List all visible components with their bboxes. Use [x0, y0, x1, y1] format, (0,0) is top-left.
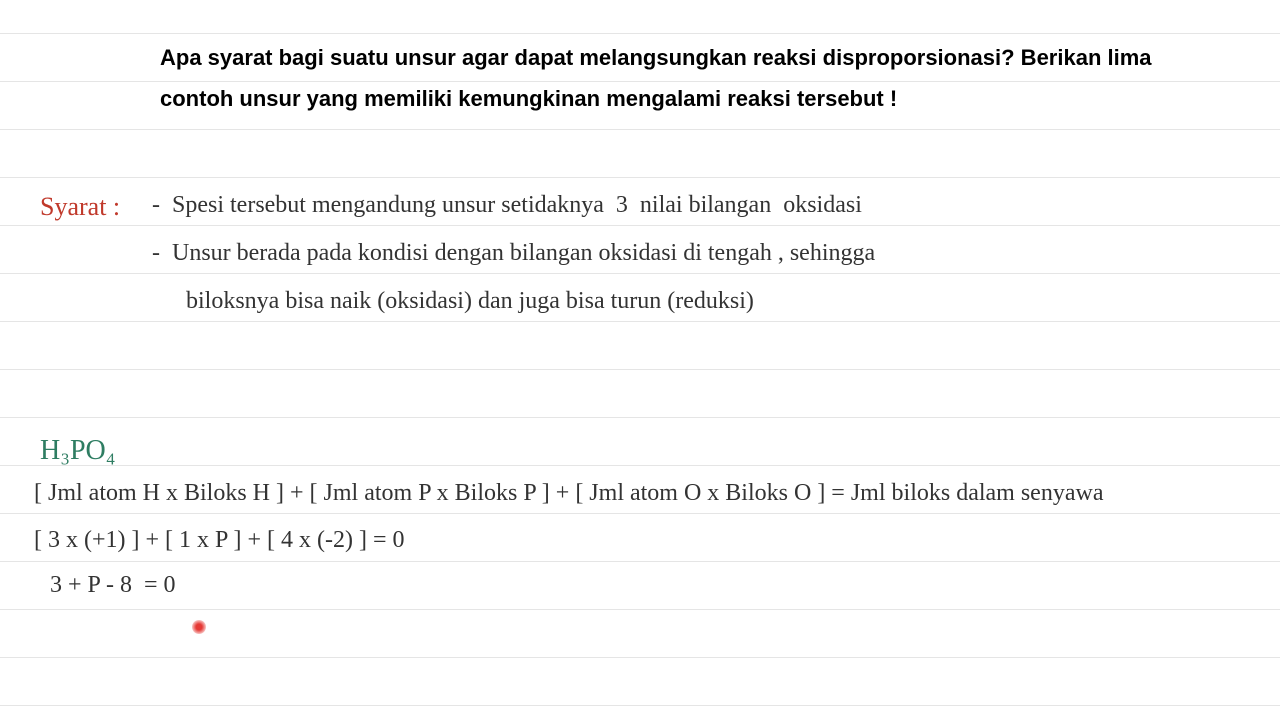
syarat-label: Syarat : [40, 192, 120, 222]
syarat-line-1: - Spesi tersebut mengandung unsur setida… [152, 192, 862, 219]
question-text: Apa syarat bagi suatu unsur agar dapat m… [160, 38, 1160, 119]
syarat-line-2: - Unsur berada pada kondisi dengan bilan… [152, 240, 875, 267]
syarat-line-3: biloksnya bisa naik (oksidasi) dan juga … [186, 288, 754, 315]
equation-line-3: 3 + P - 8 = 0 [50, 572, 176, 599]
equation-line-2: [ 3 x (+1) ] + [ 1 x P ] + [ 4 x (-2) ] … [34, 527, 405, 554]
equation-line-1: [ Jml atom H x Biloks H ] + [ Jml atom P… [34, 480, 1103, 507]
syarat-label-text: Syarat [40, 192, 106, 221]
pointer-dot [192, 620, 206, 634]
formula-h3po4: H₃PO₄ [40, 435, 116, 467]
